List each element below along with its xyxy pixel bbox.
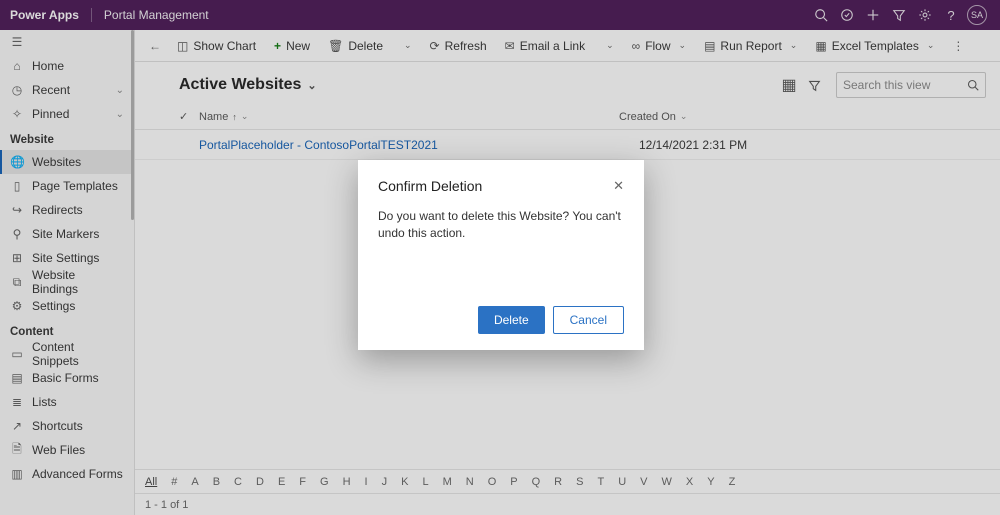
delete-button[interactable]: Delete — [478, 306, 545, 334]
dialog-title: Confirm Deletion — [378, 178, 613, 194]
close-icon[interactable]: ✕ — [613, 178, 624, 194]
dialog-body: Do you want to delete this Website? You … — [378, 208, 624, 242]
confirm-delete-dialog: Confirm Deletion ✕ Do you want to delete… — [358, 160, 644, 350]
cancel-button[interactable]: Cancel — [553, 306, 624, 334]
